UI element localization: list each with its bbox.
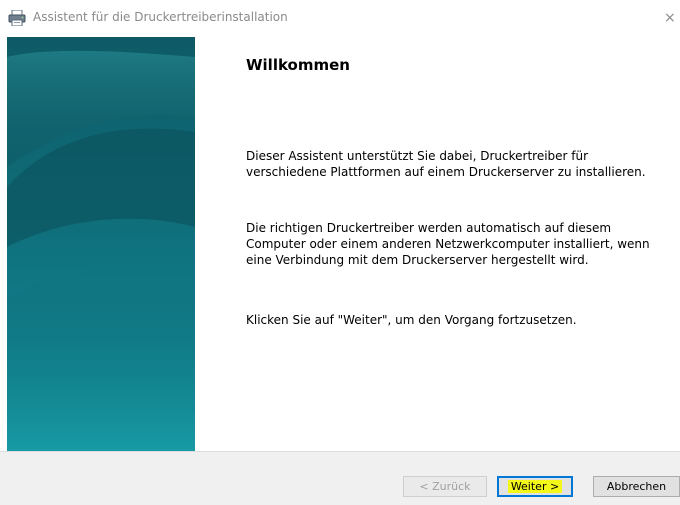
close-icon[interactable]: × [664, 4, 680, 32]
instruction-paragraph: Klicken Sie auf "Weiter", um den Vorgang… [246, 313, 577, 327]
printer-icon [8, 10, 26, 26]
wizard-content: Willkommen Dieser Assistent unterstützt … [195, 37, 680, 451]
back-button[interactable]: < Zurück [403, 476, 487, 497]
wizard-banner [7, 37, 195, 451]
intro-paragraph: Dieser Assistent unterstützt Sie dabei, … [246, 149, 646, 179]
next-button-label: Weiter > [507, 480, 563, 493]
window-title: Assistent für die Druckertreiberinstalla… [33, 10, 288, 24]
cancel-button[interactable]: Abbrechen [593, 476, 680, 497]
info-paragraph: Die richtigen Druckertreiber werden auto… [246, 221, 650, 267]
title-bar: Assistent für die Druckertreiberinstalla… [0, 0, 680, 36]
next-button[interactable]: Weiter > [497, 476, 573, 497]
page-title: Willkommen [246, 56, 350, 74]
button-bar: < Zurück Weiter > Abbrechen [0, 451, 680, 505]
banner-decoration [7, 50, 195, 451]
